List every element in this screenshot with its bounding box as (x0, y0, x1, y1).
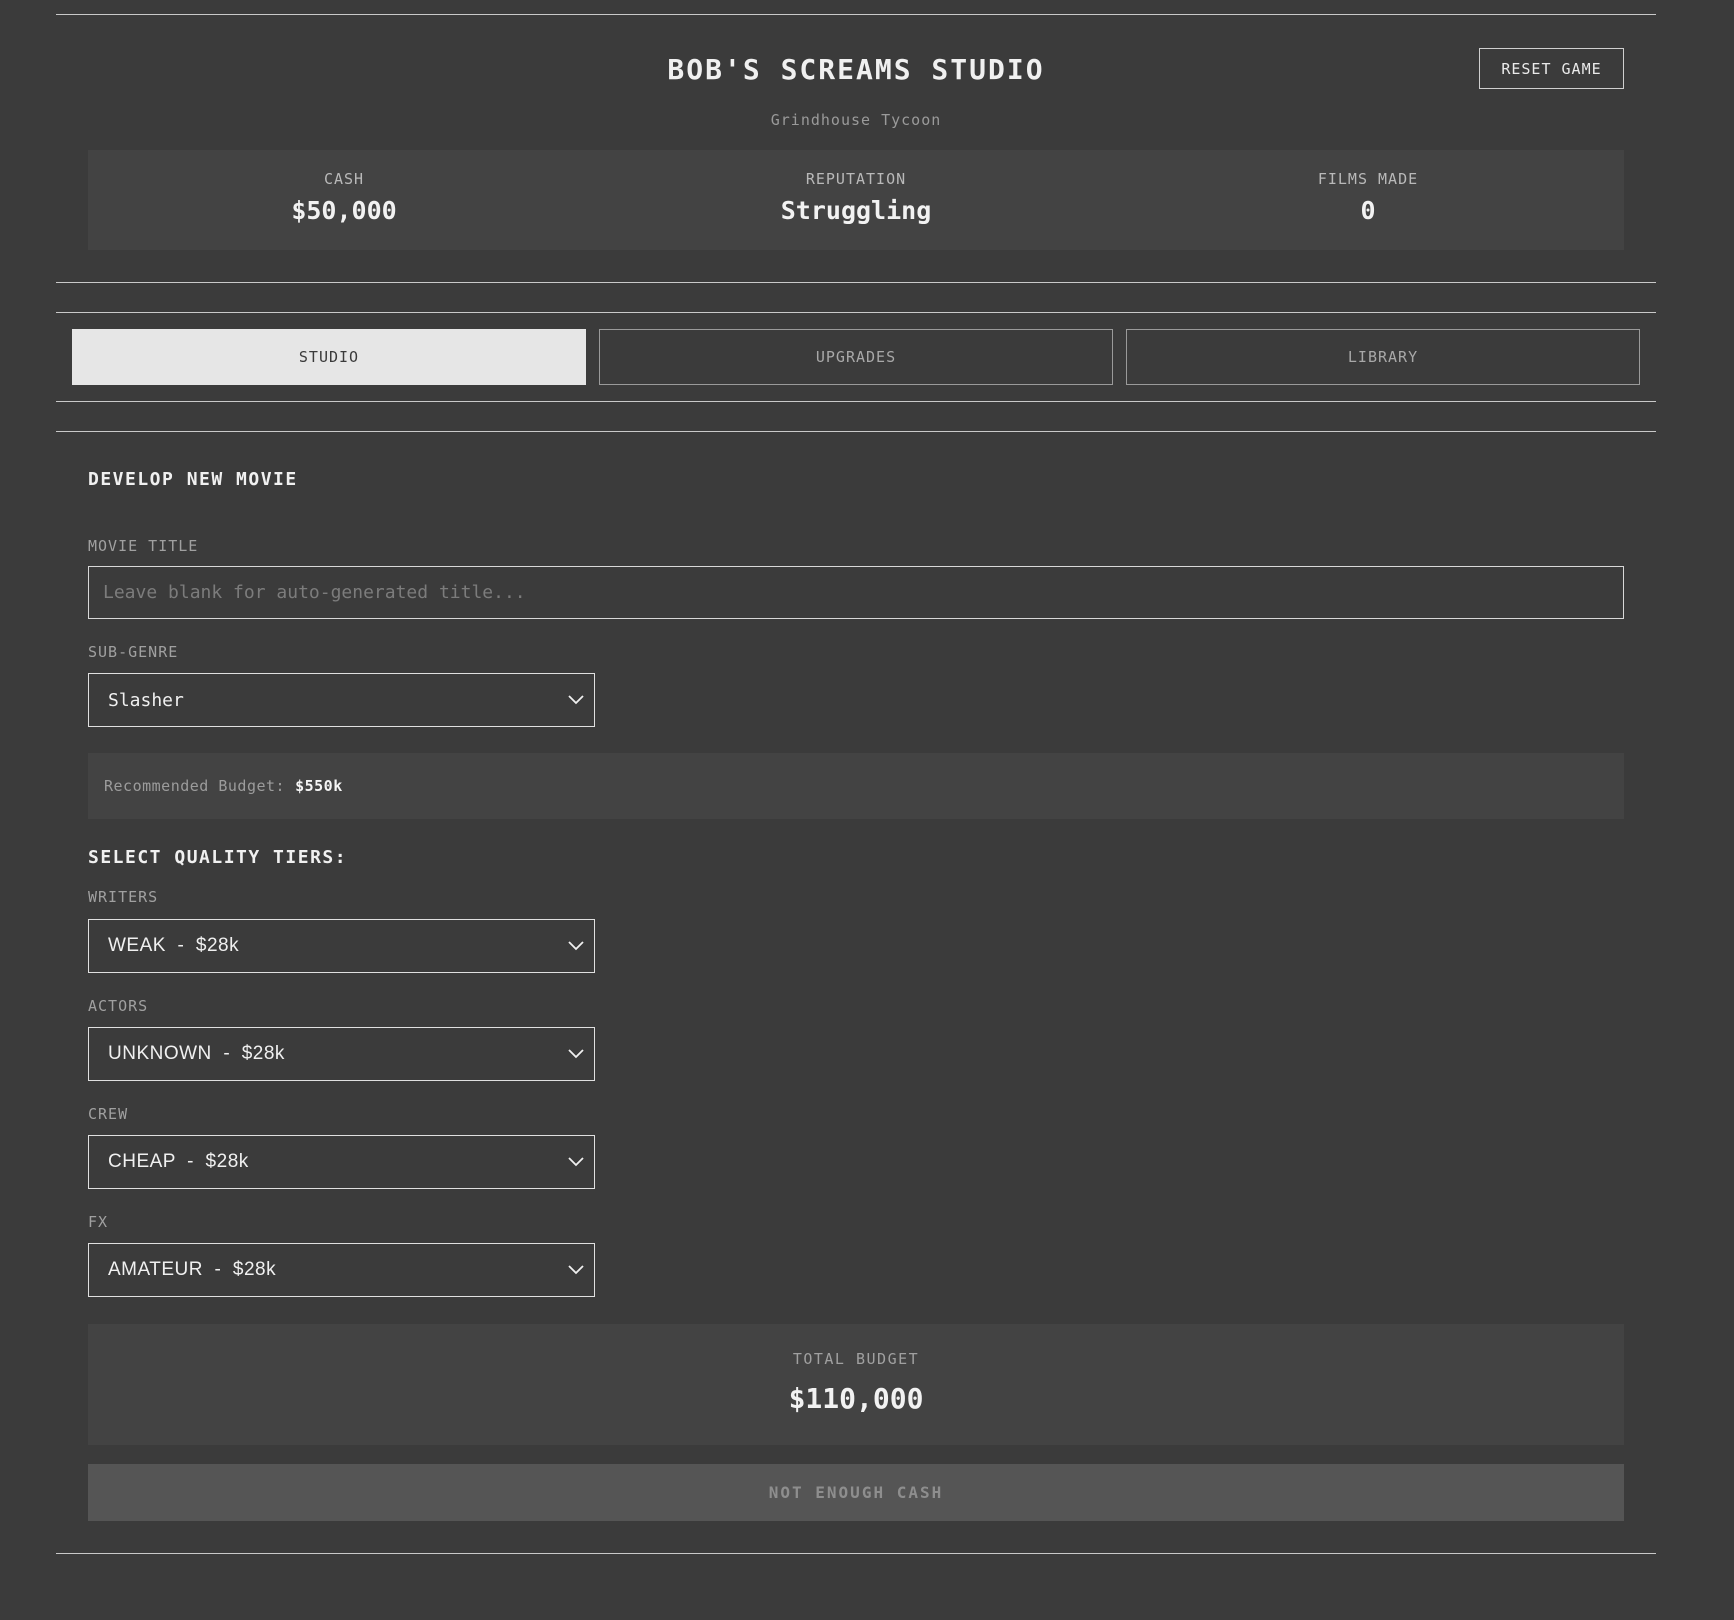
recommended-budget-box: Recommended Budget: $550k (88, 753, 1624, 819)
header: BOB'S SCREAMS STUDIO Grindhouse Tycoon R… (56, 15, 1656, 282)
total-budget-value: $110,000 (788, 1382, 924, 1415)
films-made-stat: FILMS MADE 0 (1112, 150, 1624, 250)
tab-studio[interactable]: STUDIO (72, 329, 586, 385)
reputation-value: Struggling (780, 196, 932, 225)
crew-label: CREW (88, 1105, 129, 1123)
actors-value: UNKNOWN - $28k (108, 1043, 285, 1064)
cash-value: $50,000 (291, 196, 397, 225)
chevron-down-icon (568, 1157, 584, 1167)
develop-panel: DEVELOP NEW MOVIE MOVIE TITLE SUB-GENRE … (56, 469, 1656, 1553)
cash-label: CASH (323, 170, 365, 188)
fx-select[interactable]: AMATEUR - $28k (88, 1243, 595, 1297)
crew-value: CHEAP - $28k (108, 1151, 249, 1172)
cash-stat: CASH $50,000 (88, 150, 600, 250)
movie-title-label: MOVIE TITLE (88, 537, 199, 555)
app-container: BOB'S SCREAMS STUDIO Grindhouse Tycoon R… (56, 14, 1656, 1554)
actors-select[interactable]: UNKNOWN - $28k (88, 1027, 595, 1081)
recommended-budget-label: Recommended Budget: (104, 777, 286, 795)
quality-section-title: SELECT QUALITY TIERS: (88, 847, 348, 868)
total-budget-box: TOTAL BUDGET $110,000 (88, 1324, 1624, 1445)
writers-label: WRITERS (88, 888, 159, 906)
stats-panel: CASH $50,000 REPUTATION Struggling FILMS… (88, 150, 1624, 250)
films-made-label: FILMS MADE (1317, 170, 1419, 188)
fx-label: FX (88, 1213, 109, 1231)
reputation-stat: REPUTATION Struggling (600, 150, 1112, 250)
fx-value: AMATEUR - $28k (108, 1259, 277, 1280)
chevron-down-icon (568, 1049, 584, 1059)
actors-label: ACTORS (88, 997, 149, 1015)
tab-upgrades[interactable]: UPGRADES (599, 329, 1113, 385)
chevron-down-icon (568, 695, 584, 705)
writers-value: WEAK - $28k (108, 935, 240, 956)
crew-select[interactable]: CHEAP - $28k (88, 1135, 595, 1189)
writers-select[interactable]: WEAK - $28k (88, 919, 595, 973)
produce-movie-button[interactable]: NOT ENOUGH CASH (88, 1464, 1624, 1521)
game-subtitle: Grindhouse Tycoon (770, 111, 942, 129)
films-made-value: 0 (1360, 196, 1376, 225)
subgenre-select[interactable]: Slasher (88, 673, 595, 727)
recommended-budget-value: $550k (295, 777, 343, 795)
total-budget-label: TOTAL BUDGET (792, 1350, 920, 1368)
subgenre-label: SUB-GENRE (88, 643, 179, 661)
reset-game-button[interactable]: RESET GAME (1479, 48, 1624, 89)
tab-library[interactable]: LIBRARY (1126, 329, 1640, 385)
chevron-down-icon (568, 1265, 584, 1275)
chevron-down-icon (568, 941, 584, 951)
subgenre-value: Slasher (108, 689, 184, 711)
develop-section-title: DEVELOP NEW MOVIE (88, 469, 298, 490)
reputation-label: REPUTATION (805, 170, 907, 188)
divider (56, 431, 1656, 432)
divider (56, 1553, 1656, 1554)
tab-bar: STUDIO UPGRADES LIBRARY (56, 313, 1656, 401)
movie-title-input[interactable] (88, 566, 1624, 619)
studio-title: BOB'S SCREAMS STUDIO (667, 53, 1045, 86)
